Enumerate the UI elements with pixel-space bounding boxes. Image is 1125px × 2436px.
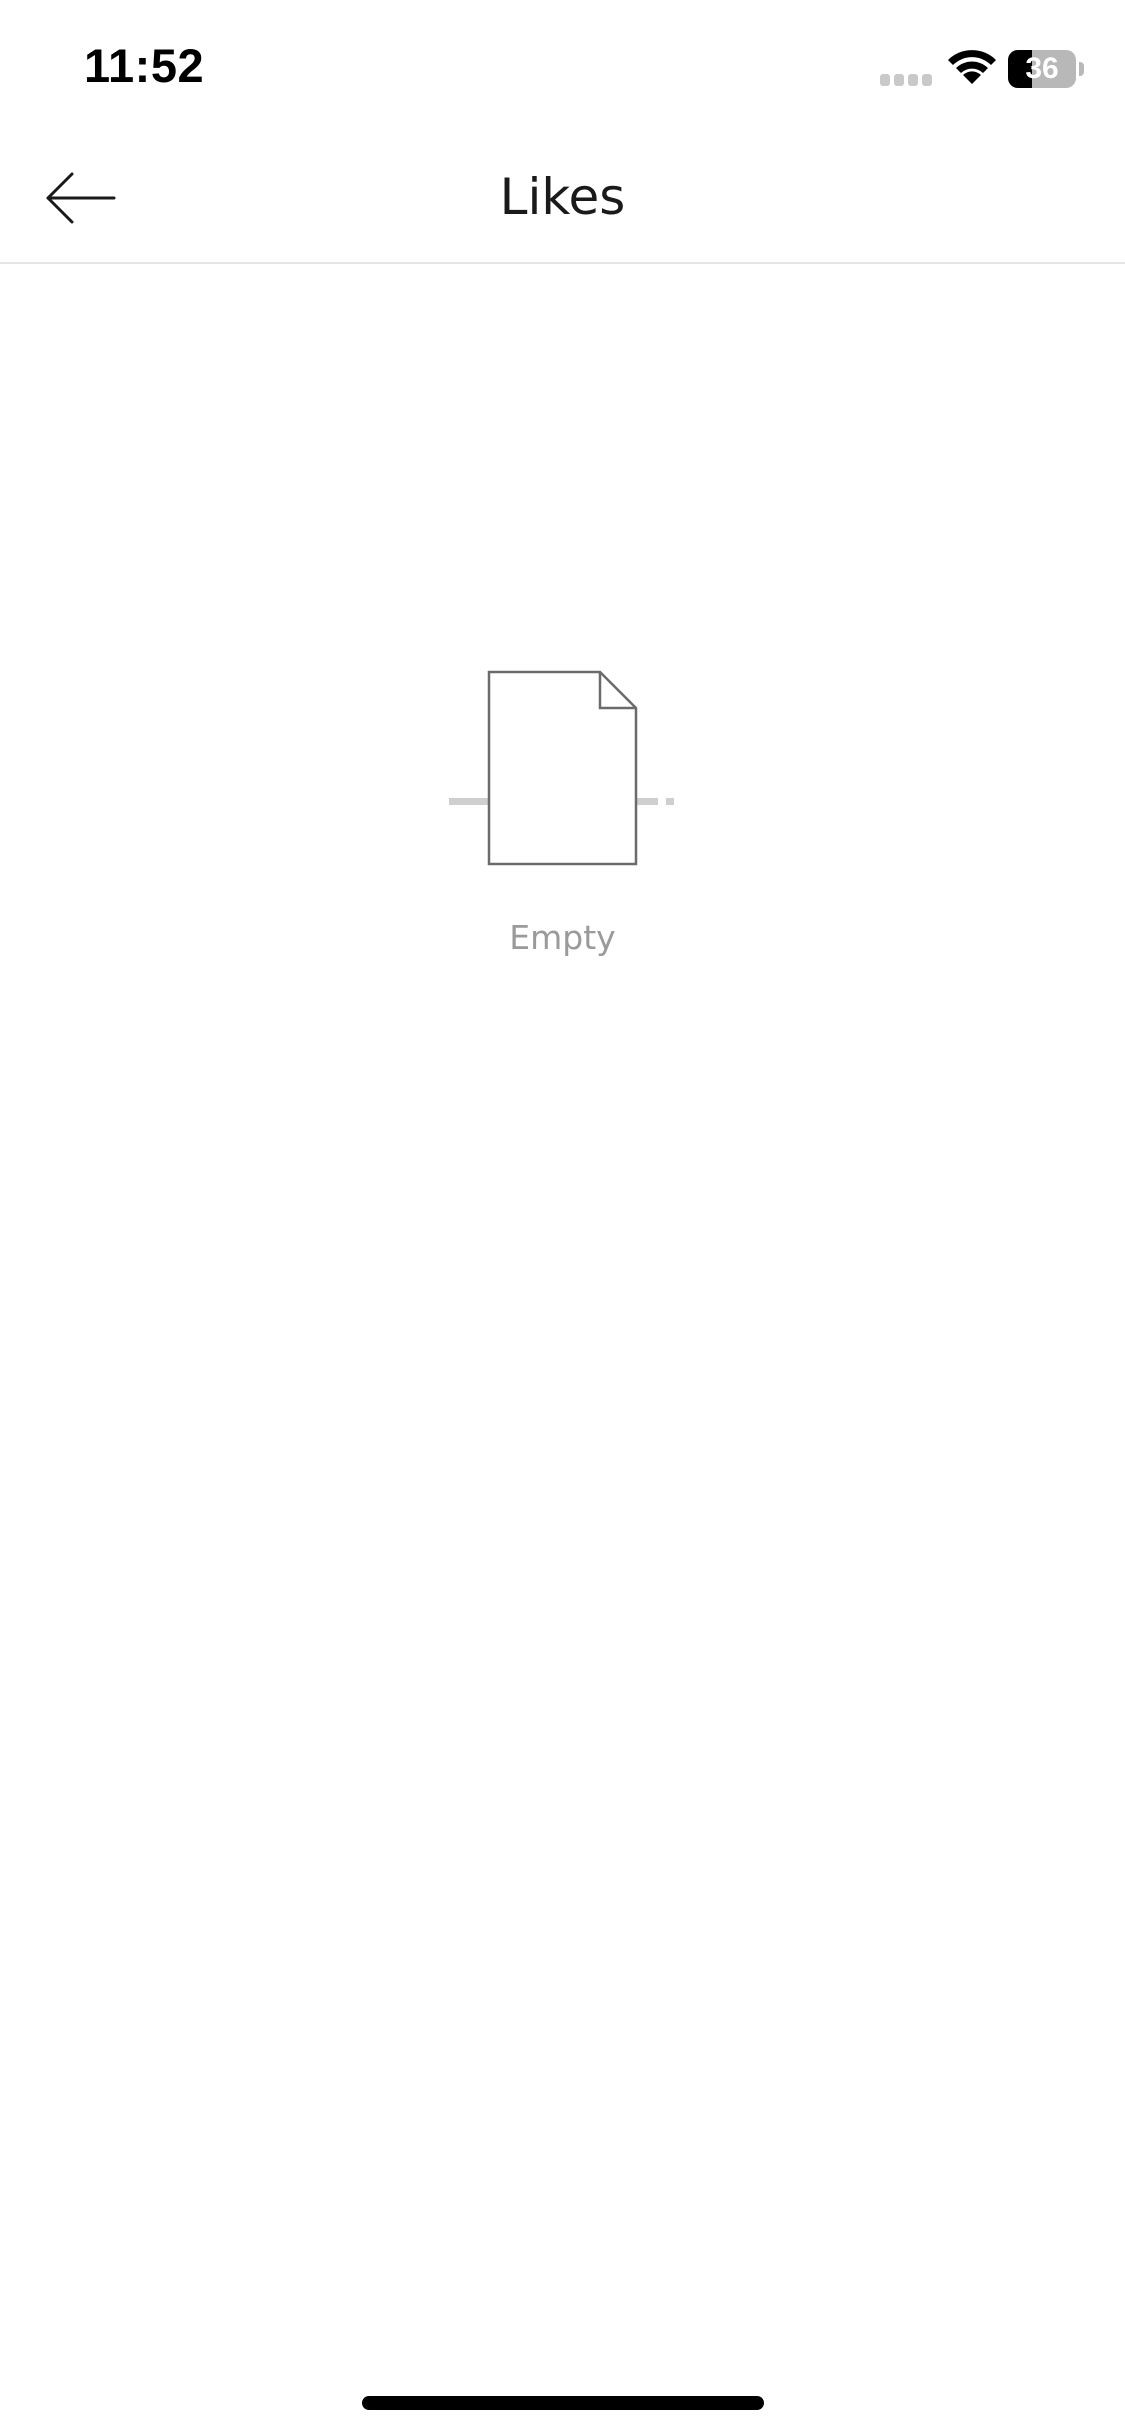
home-indicator[interactable] [362,2396,764,2410]
blank-document-icon [449,670,674,866]
battery-level-text: 36 [1025,52,1059,85]
battery-tip [1079,62,1084,76]
page-title: Likes [499,168,626,226]
battery-body: 36 [1008,50,1076,88]
empty-state-label: Empty [509,918,616,957]
wifi-icon [948,50,996,84]
empty-state: Empty [0,660,1125,980]
cellular-signal-icon [880,74,932,86]
battery-indicator: 36 [1008,50,1088,88]
likes-screen: 11:52 36 Likes Empty [0,0,1125,2436]
status-time: 11:52 [84,39,205,92]
back-button[interactable] [30,148,130,248]
status-bar: 11:52 36 [0,0,1125,132]
navigation-bar: Likes [0,132,1125,264]
arrow-left-icon [46,172,116,224]
